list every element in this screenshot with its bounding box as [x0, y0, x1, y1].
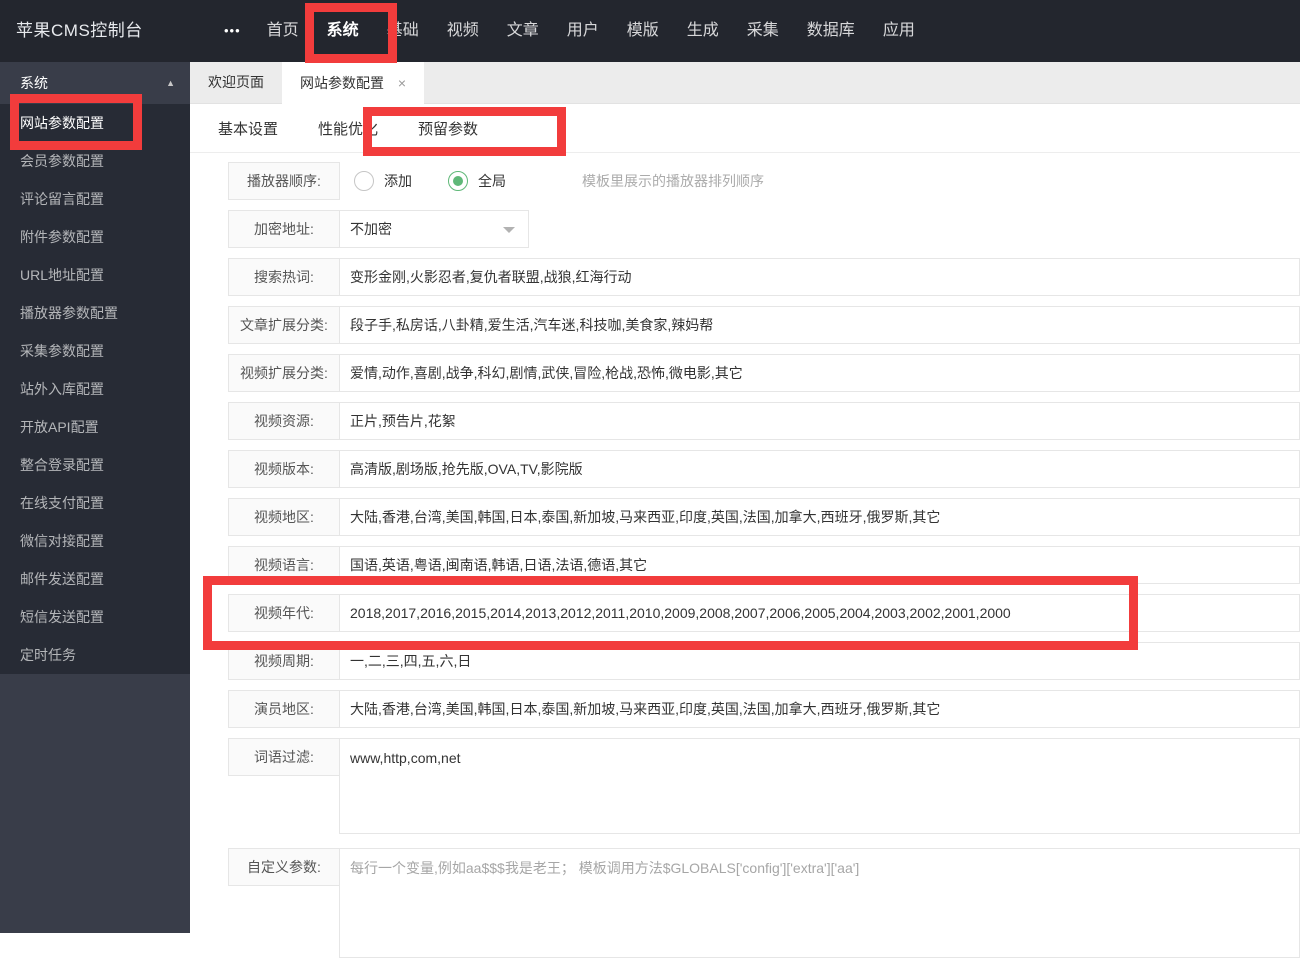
hot-words-input[interactable]: [339, 258, 1300, 296]
app-logo: 苹果CMS控制台: [16, 21, 143, 40]
sidebar-item-cron[interactable]: 定时任务: [0, 636, 190, 674]
video-lang-input[interactable]: [339, 546, 1300, 584]
form-row-video-week: 视频周期:: [228, 642, 1300, 680]
form-row-hot-words: 搜索热词:: [228, 258, 1300, 296]
field-label: 搜索热词:: [228, 258, 340, 296]
nav-item-app[interactable]: 应用: [869, 0, 929, 62]
subtab-bar: 基本设置 性能优化 预留参数: [190, 104, 1300, 153]
field-label: 演员地区:: [228, 690, 340, 728]
sidebar-item-comment[interactable]: 评论留言配置: [0, 180, 190, 218]
custom-params-textarea[interactable]: [339, 848, 1300, 958]
tab-site-params[interactable]: 网站参数配置 ×: [282, 62, 425, 104]
tab-label: 网站参数配置: [300, 75, 384, 91]
reserved-params-form: 播放器顺序: 添加 全局 模板里展示的播放器排列顺序 加密地址: 不加密 搜索热…: [190, 153, 1300, 958]
sidebar-item-collect-params[interactable]: 采集参数配置: [0, 332, 190, 370]
collapse-arrow-icon: ▲: [166, 78, 175, 88]
radio-label: 全局: [478, 173, 506, 189]
form-row-video-lang: 视频语言:: [228, 546, 1300, 584]
nav-item-database[interactable]: 数据库: [793, 0, 869, 62]
sidebar-item-online-pay[interactable]: 在线支付配置: [0, 484, 190, 522]
field-label: 加密地址:: [228, 210, 340, 248]
sidebar-item-attachment[interactable]: 附件参数配置: [0, 218, 190, 256]
nav-item-video[interactable]: 视频: [433, 0, 493, 62]
radio-circle-checked-icon: [448, 171, 468, 191]
field-label: 文章扩展分类:: [228, 306, 340, 344]
sidebar-item-member-params[interactable]: 会员参数配置: [0, 142, 190, 180]
top-nav: ••• 首页 系统 基础 视频 文章 用户 模版 生成 采集 数据库 应用: [212, 0, 929, 62]
video-week-input[interactable]: [339, 642, 1300, 680]
form-row-video-version: 视频版本:: [228, 450, 1300, 488]
chevron-down-icon: [503, 227, 515, 233]
form-row-video-resource: 视频资源:: [228, 402, 1300, 440]
radio-add[interactable]: 添加: [354, 171, 412, 191]
field-label: 自定义参数:: [228, 848, 340, 886]
topbar: 苹果CMS控制台 ••• 首页 系统 基础 视频 文章 用户 模版 生成 采集 …: [0, 0, 1300, 62]
video-area-input[interactable]: [339, 498, 1300, 536]
sidebar-item-player-params[interactable]: 播放器参数配置: [0, 294, 190, 332]
sidebar-item-sms[interactable]: 短信发送配置: [0, 598, 190, 636]
sidebar-menu: 网站参数配置 会员参数配置 评论留言配置 附件参数配置 URL地址配置 播放器参…: [0, 104, 190, 674]
player-order-radio-group: 添加 全局 模板里展示的播放器排列顺序: [340, 162, 1300, 200]
sidebar-group-system[interactable]: 系统 ▲: [0, 62, 190, 104]
field-label: 视频周期:: [228, 642, 340, 680]
form-row-actor-area: 演员地区:: [228, 690, 1300, 728]
form-row-encrypt-url: 加密地址: 不加密: [228, 210, 1300, 248]
close-icon[interactable]: ×: [398, 75, 406, 91]
radio-circle-icon: [354, 171, 374, 191]
video-resource-input[interactable]: [339, 402, 1300, 440]
encrypt-url-select[interactable]: 不加密: [339, 210, 529, 248]
field-label: 视频地区:: [228, 498, 340, 536]
form-row-video-area: 视频地区:: [228, 498, 1300, 536]
sidebar-item-open-api[interactable]: 开放API配置: [0, 408, 190, 446]
field-label: 视频版本:: [228, 450, 340, 488]
field-label: 视频语言:: [228, 546, 340, 584]
radio-global[interactable]: 全局: [448, 171, 506, 191]
nav-item-article[interactable]: 文章: [493, 0, 553, 62]
nav-item-home[interactable]: 首页: [253, 0, 313, 62]
video-ext-input[interactable]: [339, 354, 1300, 392]
nav-item-user[interactable]: 用户: [553, 0, 613, 62]
nav-item-system[interactable]: 系统: [313, 0, 373, 62]
nav-item-collect[interactable]: 采集: [733, 0, 793, 62]
sidebar-group-label: 系统: [20, 75, 48, 91]
form-row-word-filter: 词语过滤: www,http,com,net: [228, 738, 1300, 834]
nav-item-label: 系统: [326, 22, 359, 39]
more-menu-icon[interactable]: •••: [212, 0, 253, 62]
subtab-basic-settings[interactable]: 基本设置: [218, 118, 278, 139]
form-row-custom-params: 自定义参数:: [228, 848, 1300, 958]
subtab-reserved-params[interactable]: 预留参数: [418, 118, 478, 139]
word-filter-textarea[interactable]: www,http,com,net: [339, 738, 1300, 834]
subtab-performance[interactable]: 性能优化: [318, 118, 378, 139]
field-label: 词语过滤:: [228, 738, 340, 776]
actor-area-input[interactable]: [339, 690, 1300, 728]
nav-item-template[interactable]: 模版: [613, 0, 673, 62]
field-label: 播放器顺序:: [228, 162, 340, 200]
main-content: 基本设置 性能优化 预留参数 播放器顺序: 添加 全局 模板里展示的播放器排列顺…: [190, 104, 1300, 958]
nav-item-generate[interactable]: 生成: [673, 0, 733, 62]
form-row-video-year: 视频年代:: [228, 594, 1300, 632]
sidebar-item-integrated-login[interactable]: 整合登录配置: [0, 446, 190, 484]
active-nav-underline: [325, 55, 360, 58]
tab-strip: 欢迎页面 网站参数配置 ×: [190, 62, 1300, 104]
form-row-video-ext: 视频扩展分类:: [228, 354, 1300, 392]
nav-item-basic[interactable]: 基础: [373, 0, 433, 62]
field-label: 视频资源:: [228, 402, 340, 440]
video-version-input[interactable]: [339, 450, 1300, 488]
form-row-player-order: 播放器顺序: 添加 全局 模板里展示的播放器排列顺序: [228, 162, 1300, 200]
tab-welcome[interactable]: 欢迎页面: [190, 62, 282, 103]
form-row-article-ext: 文章扩展分类:: [228, 306, 1300, 344]
sidebar-item-wechat[interactable]: 微信对接配置: [0, 522, 190, 560]
sidebar-item-email[interactable]: 邮件发送配置: [0, 560, 190, 598]
field-label: 视频年代:: [228, 594, 340, 632]
sidebar-item-external-db[interactable]: 站外入库配置: [0, 370, 190, 408]
sidebar-item-url[interactable]: URL地址配置: [0, 256, 190, 294]
sidebar-item-site-params[interactable]: 网站参数配置: [0, 104, 190, 142]
field-label: 视频扩展分类:: [228, 354, 340, 392]
player-order-hint: 模板里展示的播放器排列顺序: [582, 173, 764, 189]
video-year-input[interactable]: [339, 594, 1300, 632]
select-value: 不加密: [350, 221, 392, 237]
radio-label: 添加: [384, 173, 412, 189]
sidebar: 系统 ▲ 网站参数配置 会员参数配置 评论留言配置 附件参数配置 URL地址配置…: [0, 62, 190, 933]
article-ext-input[interactable]: [339, 306, 1300, 344]
